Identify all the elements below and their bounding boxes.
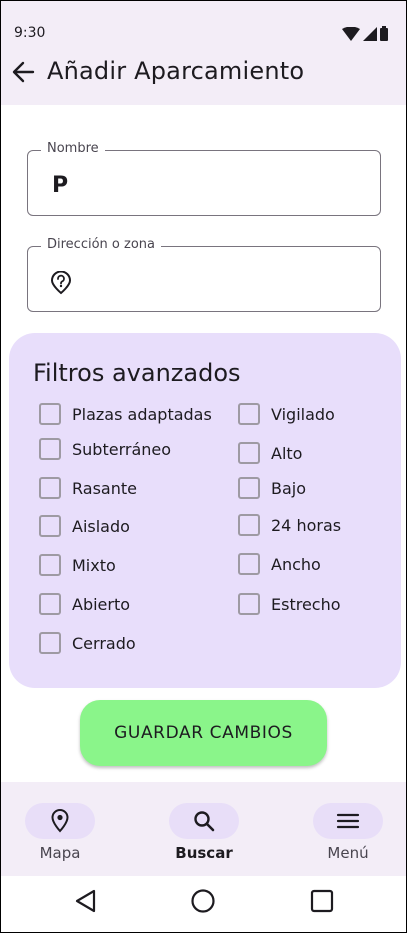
filter-label: Estrecho [271, 594, 341, 614]
filter-subterraneo[interactable]: Subterráneo [39, 438, 171, 460]
checkbox[interactable] [39, 477, 61, 499]
app-screen: 9:30 Añadir Aparcamiento Nombre P Direcc… [0, 0, 407, 933]
filter-label: Alto [271, 443, 303, 463]
filter-aislado[interactable]: Aislado [39, 515, 130, 537]
nav-label: Mapa [39, 844, 81, 862]
recents-square-icon[interactable] [309, 888, 335, 914]
battery-icon [380, 26, 388, 41]
filter-alto[interactable]: Alto [238, 442, 302, 464]
filter-ancho[interactable]: Ancho [238, 553, 321, 575]
back-triangle-icon[interactable] [73, 888, 99, 914]
menu-icon [336, 813, 360, 829]
filter-rasante[interactable]: Rasante [39, 477, 137, 499]
nav-pill [169, 803, 239, 839]
filter-abierto[interactable]: Abierto [39, 593, 130, 615]
filter-bajo[interactable]: Bajo [238, 477, 306, 499]
filter-label: Abierto [72, 594, 131, 614]
system-navigation-bar [1, 876, 406, 932]
checkbox[interactable] [238, 593, 260, 615]
filter-mixto[interactable]: Mixto [39, 554, 116, 576]
nav-item-mapa[interactable]: Mapa [10, 803, 110, 862]
bottom-navigation-bar: Mapa Buscar Menú [1, 782, 406, 876]
nav-label: Menú [327, 844, 369, 862]
filters-title: Filtros avanzados [33, 359, 241, 387]
filter-estrecho[interactable]: Estrecho [238, 593, 341, 615]
checkbox[interactable] [238, 553, 260, 575]
filter-vigilado[interactable]: Vigilado [238, 403, 335, 425]
filter-label: Bajo [271, 478, 307, 498]
filter-cerrado[interactable]: Cerrado [39, 632, 136, 654]
signal-icon [363, 26, 377, 41]
filter-label: Cerrado [72, 633, 136, 653]
page-title: Añadir Aparcamiento [47, 57, 305, 85]
filter-label: 24 horas [271, 515, 342, 535]
name-field-value: P [52, 173, 69, 198]
address-field-label: Dirección o zona [41, 237, 161, 252]
checkbox[interactable] [39, 403, 61, 425]
checkbox[interactable] [39, 554, 61, 576]
checkbox[interactable] [238, 514, 260, 536]
filter-plazas-adaptadas[interactable]: Plazas adaptadas [39, 403, 212, 425]
filter-label: Plazas adaptadas [72, 404, 212, 424]
filter-label: Vigilado [271, 404, 335, 424]
checkbox[interactable] [238, 403, 260, 425]
status-time: 9:30 [14, 25, 46, 41]
save-changes-button[interactable]: GUARDAR CAMBIOS [80, 700, 327, 766]
nav-item-menu[interactable]: Menú [298, 803, 398, 862]
top-app-bar: 9:30 Añadir Aparcamiento [1, 1, 406, 105]
name-field[interactable]: Nombre P [27, 141, 381, 216]
status-icons [342, 26, 388, 41]
wifi-icon [342, 26, 360, 41]
back-arrow-icon[interactable] [11, 59, 35, 85]
checkbox[interactable] [238, 477, 260, 499]
checkbox[interactable] [39, 438, 61, 460]
location-question-icon [50, 271, 72, 295]
nav-label: Buscar [175, 844, 233, 862]
filter-label: Aislado [72, 516, 130, 536]
filter-label: Mixto [72, 555, 116, 575]
location-pin-icon [51, 809, 69, 833]
checkbox[interactable] [238, 442, 260, 464]
checkbox[interactable] [39, 632, 61, 654]
filter-label: Rasante [72, 478, 137, 498]
address-field[interactable]: Dirección o zona [27, 237, 381, 312]
filter-label: Ancho [271, 554, 321, 574]
nav-item-buscar[interactable]: Buscar [154, 803, 254, 862]
checkbox[interactable] [39, 593, 61, 615]
filter-label: Subterráneo [72, 439, 172, 459]
nav-pill [25, 803, 95, 839]
search-icon [194, 811, 215, 832]
name-field-label: Nombre [41, 141, 105, 156]
checkbox[interactable] [39, 515, 61, 537]
advanced-filters-panel: Filtros avanzados Plazas adaptadas Subte… [9, 333, 401, 688]
filter-24-horas[interactable]: 24 horas [238, 514, 341, 536]
home-circle-icon[interactable] [190, 888, 216, 914]
nav-pill [313, 803, 383, 839]
